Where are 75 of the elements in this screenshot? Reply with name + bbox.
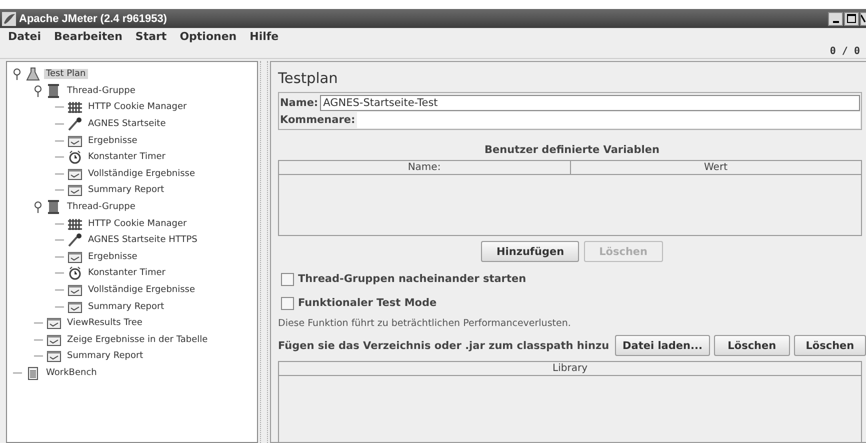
chart-window-icon bbox=[46, 332, 62, 347]
tree-item[interactable]: Konstanter Timer bbox=[86, 152, 168, 162]
checkbox[interactable] bbox=[281, 272, 294, 286]
spool-icon bbox=[46, 84, 62, 98]
checkbox-label: Thread-Gruppen nacheinander starten bbox=[298, 273, 526, 285]
chart-window-icon bbox=[67, 250, 83, 264]
tree-item[interactable]: Vollständige Ergebnisse bbox=[86, 285, 198, 296]
tree-item[interactable]: Zeige Ergebnisse in der Tabelle bbox=[65, 334, 210, 345]
chart-window-icon bbox=[67, 300, 83, 314]
tree-item[interactable]: Summary Report bbox=[86, 302, 166, 312]
expand-handle-icon[interactable] bbox=[34, 84, 43, 97]
tree-item[interactable]: ViewResults Tree bbox=[65, 318, 144, 328]
tree-item[interactable]: HTTP Cookie Manager bbox=[86, 218, 189, 229]
maximize-icon bbox=[847, 14, 856, 23]
action-button[interactable]: Hinzufügen bbox=[481, 241, 580, 262]
tree-item[interactable]: Thread-Gruppe bbox=[65, 202, 138, 212]
spool-icon bbox=[46, 200, 62, 214]
field-label: Name: bbox=[280, 96, 318, 108]
tree-item[interactable]: AGNES Startseite bbox=[86, 119, 168, 130]
tree-item[interactable]: Test Plan bbox=[44, 69, 88, 80]
action-button[interactable]: Datei laden... bbox=[615, 335, 710, 356]
checkbox-label: Funktionaler Test Mode bbox=[298, 297, 437, 309]
menu-item[interactable]: Bearbeiten bbox=[54, 30, 122, 43]
tree-item[interactable]: WorkBench bbox=[44, 368, 99, 378]
chart-window-icon bbox=[67, 166, 83, 181]
comment-field[interactable] bbox=[357, 112, 860, 128]
close-icon bbox=[861, 14, 866, 23]
minimize-icon bbox=[832, 20, 838, 22]
window-title: Apache JMeter (2.4 r961953) bbox=[19, 12, 168, 24]
chart-window-icon bbox=[67, 134, 83, 148]
checkbox[interactable] bbox=[281, 296, 294, 310]
name-field[interactable]: AGNES-Startseite-Test bbox=[320, 94, 860, 110]
tree-item[interactable]: Konstanter Timer bbox=[86, 268, 168, 278]
menu-item[interactable]: Start bbox=[135, 30, 167, 43]
tree-item[interactable]: Vollständige Ergebnisse bbox=[86, 168, 198, 179]
tree-item[interactable]: Thread-Gruppe bbox=[65, 86, 138, 96]
tree-item[interactable]: Summary Report bbox=[65, 351, 146, 362]
tree-item[interactable]: AGNES Startseite HTTPS bbox=[86, 235, 200, 246]
tree-item[interactable]: HTTP Cookie Manager bbox=[86, 102, 189, 112]
flask-icon bbox=[25, 67, 41, 82]
tree-item[interactable]: Summary Report bbox=[86, 185, 166, 196]
fence-icon bbox=[67, 216, 83, 231]
panel-title: Testplan bbox=[278, 71, 339, 87]
menu-item[interactable]: Optionen bbox=[180, 30, 237, 43]
column-header[interactable]: Name: bbox=[279, 161, 570, 174]
close-button[interactable] bbox=[860, 12, 866, 26]
action-button[interactable]: Löschen bbox=[794, 335, 866, 356]
classpath-label: Fügen sie das Verzeichnis oder .jar zum classpath hinzu bbox=[278, 340, 610, 352]
expand-handle-icon[interactable] bbox=[34, 201, 43, 214]
field-label: Kommenare: bbox=[280, 114, 356, 126]
chart-window-icon bbox=[46, 349, 62, 364]
menu-item[interactable]: Hilfe bbox=[250, 30, 279, 43]
tree-item[interactable]: Ergebnisse bbox=[86, 136, 140, 146]
pipette-icon bbox=[67, 233, 83, 248]
chart-window-icon bbox=[67, 183, 83, 198]
tree-item[interactable]: Ergebnisse bbox=[86, 252, 140, 262]
maximize-button[interactable] bbox=[844, 12, 859, 26]
counter: 0 / 0 bbox=[830, 46, 860, 57]
splitter-handle[interactable] bbox=[260, 61, 268, 443]
menu-item[interactable]: Datei bbox=[8, 30, 42, 43]
chart-window-icon bbox=[67, 283, 83, 298]
stopwatch-icon bbox=[67, 150, 83, 164]
chart-window-icon bbox=[46, 316, 62, 330]
feather-icon bbox=[2, 12, 16, 26]
section-title: Benutzer definierte Variablen bbox=[484, 144, 660, 156]
pipette-icon bbox=[67, 117, 83, 132]
column-header[interactable]: Library bbox=[279, 362, 861, 375]
fence-icon bbox=[67, 100, 83, 114]
clipboard-icon bbox=[25, 366, 41, 380]
action-button[interactable]: Löschen bbox=[714, 335, 790, 356]
note-text: Diese Funktion führt zu beträchtlichen Performanceverlusten. bbox=[278, 318, 572, 329]
column-header[interactable]: Wert bbox=[570, 161, 861, 174]
minimize-button[interactable] bbox=[828, 12, 843, 26]
expand-handle-icon[interactable] bbox=[13, 68, 22, 80]
stopwatch-icon bbox=[67, 266, 83, 280]
